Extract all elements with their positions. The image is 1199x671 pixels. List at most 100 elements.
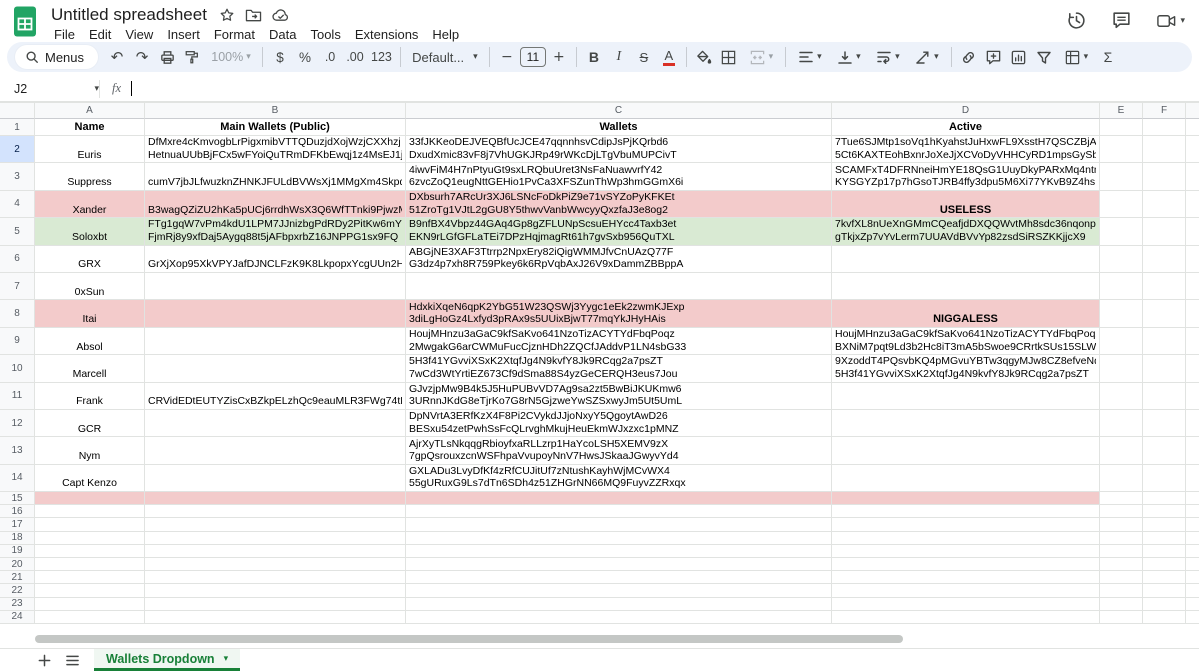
cell-partial-21[interactable] <box>1186 571 1199 584</box>
cell-D7[interactable] <box>832 273 1100 300</box>
cell-A18[interactable] <box>35 532 145 545</box>
more-formats-button[interactable]: 123 <box>368 45 395 69</box>
cell-D6[interactable] <box>832 246 1100 273</box>
row-header-24[interactable]: 24 <box>0 611 35 624</box>
row-header-7[interactable]: 7 <box>0 273 35 300</box>
cell-B21[interactable] <box>145 571 406 584</box>
formula-input-cursor[interactable] <box>131 81 132 96</box>
format-currency-button[interactable]: $ <box>268 45 292 69</box>
col-header-D[interactable]: D <box>832 102 1100 119</box>
cell-D2[interactable]: 7Tue6SJMtp1soVq1hKyahstJuHxwFL9XsstH7QSC… <box>832 136 1100 163</box>
cell-D13[interactable] <box>832 437 1100 464</box>
row-header-12[interactable]: 12 <box>0 410 35 437</box>
cell-E7[interactable] <box>1100 273 1143 300</box>
cell-C12[interactable]: DpNVrtA3ERfKzX4F8Pi2CVykdJJjoNxyY5QgoytA… <box>406 410 832 437</box>
cell-D12[interactable] <box>832 410 1100 437</box>
cell-D8[interactable]: NIGGALESS <box>832 300 1100 327</box>
cell-B18[interactable] <box>145 532 406 545</box>
insert-chart-button[interactable] <box>1007 45 1031 69</box>
cell-F13[interactable] <box>1143 437 1186 464</box>
cell-partial-7[interactable] <box>1186 273 1199 300</box>
cell-A17[interactable] <box>35 518 145 531</box>
cell-C9[interactable]: HoujMHnzu3aGaC9kfSaKvo641NzoTizACYTYdFbq… <box>406 328 832 355</box>
cell-E9[interactable] <box>1100 328 1143 355</box>
cell-C17[interactable] <box>406 518 832 531</box>
cell-C24[interactable] <box>406 611 832 624</box>
select-all-corner[interactable] <box>0 102 35 119</box>
cell-F16[interactable] <box>1143 505 1186 518</box>
cell-D11[interactable] <box>832 383 1100 410</box>
cell-C3[interactable]: 4iwvFiM4H7nPtyuGt9sxLRQbuUret3NsFaNuawvr… <box>406 163 832 190</box>
cell-E19[interactable] <box>1100 545 1143 558</box>
horizontal-scrollbar-track[interactable] <box>0 630 1199 648</box>
col-header-F[interactable]: F <box>1143 102 1186 119</box>
cell-F23[interactable] <box>1143 598 1186 611</box>
row-header-6[interactable]: 6 <box>0 246 35 273</box>
cell-C8[interactable]: HdxkiXqeN6qpK2YbG51W23QSWj3Yygc1eEk2zwmK… <box>406 300 832 327</box>
cell-B4[interactable]: B3wagQZiZU2hKa5pUCj6rrdhWsX3Q6WfTTnki9Pj… <box>145 191 406 218</box>
horizontal-align-button[interactable]: ▾ <box>791 45 829 69</box>
cell-partial-16[interactable] <box>1186 505 1199 518</box>
cell-A3[interactable]: Suppress <box>35 163 145 190</box>
cell-C5[interactable]: B9nfBX4Vbpz44GAq4Gp8gZFLUNpScsuEHYcc4Tax… <box>406 218 832 245</box>
all-sheets-menu-button[interactable] <box>58 649 86 671</box>
cell-B13[interactable] <box>145 437 406 464</box>
cell-D10[interactable]: 9XzoddT4PQsvbKQ4pMGvuYBTw3qgyMJw8CZ8efve… <box>832 355 1100 382</box>
italic-button[interactable]: I <box>607 45 631 69</box>
text-rotation-button[interactable]: ▾ <box>908 45 946 69</box>
cell-F19[interactable] <box>1143 545 1186 558</box>
cell-F9[interactable] <box>1143 328 1186 355</box>
row-header-19[interactable]: 19 <box>0 545 35 558</box>
cell-E22[interactable] <box>1100 584 1143 597</box>
cell-E10[interactable] <box>1100 355 1143 382</box>
cell-C20[interactable] <box>406 558 832 571</box>
sheet-tab-active[interactable]: Wallets Dropdown ▾ <box>94 649 240 671</box>
cell-D21[interactable] <box>832 571 1100 584</box>
cell-D19[interactable] <box>832 545 1100 558</box>
cell-F21[interactable] <box>1143 571 1186 584</box>
cell-partial-3[interactable] <box>1186 163 1199 190</box>
cell-partial-5[interactable] <box>1186 218 1199 245</box>
meet-video-icon[interactable]: ▾ <box>1156 12 1185 30</box>
cell-F15[interactable] <box>1143 492 1186 505</box>
cell-A10[interactable]: Marcell <box>35 355 145 382</box>
text-color-button[interactable]: A <box>657 45 681 69</box>
cell-F4[interactable] <box>1143 191 1186 218</box>
cell-D24[interactable] <box>832 611 1100 624</box>
cell-C7[interactable] <box>406 273 832 300</box>
row-header-1[interactable]: 1 <box>0 119 35 136</box>
comments-icon[interactable] <box>1111 10 1132 31</box>
cell-E11[interactable] <box>1100 383 1143 410</box>
cell-A12[interactable]: GCR <box>35 410 145 437</box>
cell-B16[interactable] <box>145 505 406 518</box>
cell-partial-4[interactable] <box>1186 191 1199 218</box>
cell-E13[interactable] <box>1100 437 1143 464</box>
cell-A20[interactable] <box>35 558 145 571</box>
cell-partial-12[interactable] <box>1186 410 1199 437</box>
cell-partial-15[interactable] <box>1186 492 1199 505</box>
cell-F14[interactable] <box>1143 465 1186 492</box>
cell-B23[interactable] <box>145 598 406 611</box>
cell-A5[interactable]: Soloxbt <box>35 218 145 245</box>
cell-B10[interactable] <box>145 355 406 382</box>
menu-edit[interactable]: Edit <box>82 27 118 42</box>
menu-extensions[interactable]: Extensions <box>348 27 426 42</box>
cell-partial-2[interactable] <box>1186 136 1199 163</box>
cell-C23[interactable] <box>406 598 832 611</box>
cell-B5[interactable]: FTg1gqW7vPm4kdU1LPM7JJnizbgPdRDy2PitKw6m… <box>145 218 406 245</box>
cell-A21[interactable] <box>35 571 145 584</box>
cell-E17[interactable] <box>1100 518 1143 531</box>
cell-A6[interactable]: GRX <box>35 246 145 273</box>
cell-B1[interactable]: Main Wallets (Public) <box>145 119 406 136</box>
cell-A13[interactable]: Nym <box>35 437 145 464</box>
menu-file[interactable]: File <box>47 27 82 42</box>
cell-E14[interactable] <box>1100 465 1143 492</box>
cell-F7[interactable] <box>1143 273 1186 300</box>
cell-E18[interactable] <box>1100 532 1143 545</box>
row-header-14[interactable]: 14 <box>0 465 35 492</box>
cell-B9[interactable] <box>145 328 406 355</box>
functions-button[interactable]: Σ <box>1096 45 1120 69</box>
cell-A23[interactable] <box>35 598 145 611</box>
cell-C1[interactable]: Wallets <box>406 119 832 136</box>
cell-D18[interactable] <box>832 532 1100 545</box>
